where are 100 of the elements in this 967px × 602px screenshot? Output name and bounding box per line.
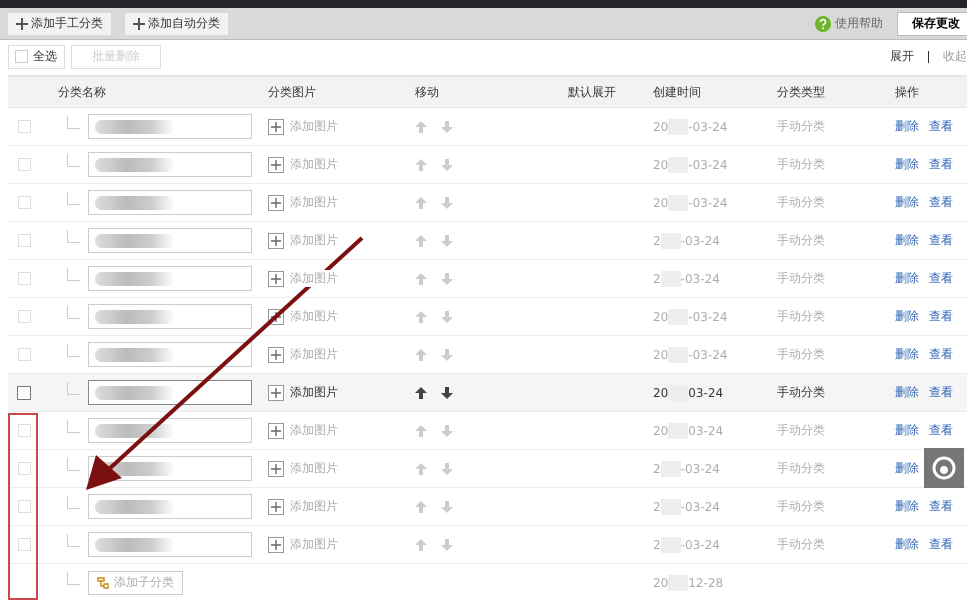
- action-link[interactable]: 查看: [929, 270, 953, 287]
- type-text: 手动分类: [777, 346, 826, 363]
- date-text: -03-24: [680, 272, 720, 286]
- plus-box-icon: [268, 156, 284, 172]
- date-text: 12-28: [688, 576, 724, 590]
- action-link[interactable]: 删除: [895, 232, 919, 249]
- action-link[interactable]: 删除: [895, 498, 919, 515]
- date-text: 03-24: [688, 424, 724, 438]
- type-text: 手动分类: [777, 232, 826, 249]
- column-header: 分类类型: [777, 84, 826, 100]
- action-link[interactable]: 查看: [929, 232, 953, 249]
- name-input[interactable]: [88, 228, 252, 253]
- date-text: -03-24: [688, 348, 728, 362]
- type-text: 手动分类: [777, 460, 826, 477]
- plus-box-icon: [268, 232, 284, 248]
- type-text: 手动分类: [777, 270, 826, 287]
- select-all-checkbox[interactable]: 全选: [8, 44, 65, 68]
- date-text: 2: [653, 272, 661, 286]
- action-link[interactable]: 删除: [895, 118, 919, 135]
- date-text: -03-24: [688, 158, 728, 172]
- date-text: 2: [653, 234, 661, 248]
- date-text: 20: [653, 196, 668, 210]
- tree-line: [67, 534, 80, 547]
- add-button[interactable]: 添加自动分类: [125, 12, 228, 34]
- name-input[interactable]: [88, 114, 252, 139]
- save-button[interactable]: 保存更改: [897, 12, 967, 36]
- plus-box-icon: [268, 422, 284, 438]
- date-text: 20: [653, 424, 668, 438]
- action-link[interactable]: 删除: [895, 536, 919, 553]
- action-link[interactable]: 查看: [929, 194, 953, 211]
- tree-line: [67, 382, 80, 395]
- plus-box-icon: [268, 460, 284, 476]
- name-input[interactable]: [88, 190, 252, 215]
- date-text: -03-24: [680, 538, 720, 552]
- date-text: -03-24: [688, 120, 728, 134]
- plus-icon: [16, 18, 28, 30]
- plus-icon: [133, 18, 145, 30]
- plus-box-icon: [268, 118, 284, 134]
- type-text: 手动分类: [777, 156, 826, 173]
- plus-box-icon: [268, 384, 284, 400]
- action-link[interactable]: 查看: [929, 346, 953, 363]
- action-link[interactable]: 删除: [895, 308, 919, 325]
- date-text: -03-24: [688, 196, 728, 210]
- tree-icon: [97, 576, 109, 588]
- type-text: 手动分类: [777, 384, 826, 401]
- tree-line: [67, 420, 80, 433]
- action-link[interactable]: 删除: [895, 460, 919, 477]
- add-button[interactable]: 添加手工分类: [8, 12, 111, 34]
- plus-box-icon: [268, 194, 284, 210]
- name-input[interactable]: [88, 380, 252, 405]
- plus-box-icon: [268, 498, 284, 514]
- tree-line: [67, 268, 80, 281]
- plus-box-icon: [268, 536, 284, 552]
- column-header: 分类名称: [58, 84, 107, 100]
- type-text: 手动分类: [777, 422, 826, 439]
- action-link[interactable]: 删除: [895, 270, 919, 287]
- column-header: 默认展开: [568, 84, 617, 100]
- name-input[interactable]: [88, 304, 252, 329]
- tree-line: [67, 230, 80, 243]
- date-text: -03-24: [680, 234, 720, 248]
- name-input[interactable]: [88, 266, 252, 291]
- date-text: 20: [653, 386, 668, 400]
- name-input[interactable]: [88, 152, 252, 177]
- date-text: -03-24: [680, 462, 720, 476]
- tree-line: [67, 154, 80, 167]
- tree-line: [67, 192, 80, 205]
- up-arrow-icon[interactable]: [415, 386, 427, 398]
- name-input[interactable]: [88, 342, 252, 367]
- plus-box-icon: [268, 346, 284, 362]
- action-link[interactable]: 删除: [895, 384, 919, 401]
- action-link[interactable]: 查看: [929, 498, 953, 515]
- column-header: 创建时间: [653, 84, 702, 100]
- name-input[interactable]: [88, 532, 252, 557]
- type-text: 手动分类: [777, 536, 826, 553]
- date-text: 20: [653, 576, 668, 590]
- support-button[interactable]: [924, 448, 964, 488]
- action-link[interactable]: 删除: [895, 156, 919, 173]
- action-link[interactable]: 查看: [929, 536, 953, 553]
- name-input[interactable]: [88, 494, 252, 519]
- help-link[interactable]: 使用帮助: [835, 15, 883, 32]
- expand-link[interactable]: 展开: [890, 48, 914, 65]
- action-link[interactable]: 查看: [929, 422, 953, 439]
- action-link[interactable]: 查看: [929, 384, 953, 401]
- column-header: 操作: [895, 84, 920, 100]
- action-link[interactable]: 查看: [929, 308, 953, 325]
- row-checkbox[interactable]: [17, 386, 31, 400]
- tree-line: [67, 572, 80, 585]
- type-text: 手动分类: [777, 194, 826, 211]
- date-text: 2: [653, 538, 661, 552]
- action-link[interactable]: 删除: [895, 346, 919, 363]
- column-header: 移动: [415, 84, 440, 100]
- name-input[interactable]: [88, 418, 252, 443]
- date-text: 2: [653, 500, 661, 514]
- action-link[interactable]: 查看: [929, 156, 953, 173]
- action-link[interactable]: 删除: [895, 194, 919, 211]
- action-link[interactable]: 查看: [929, 118, 953, 135]
- action-link[interactable]: 删除: [895, 422, 919, 439]
- down-arrow-icon[interactable]: [441, 386, 453, 398]
- date-text: 20: [653, 310, 668, 324]
- tree-line: [67, 458, 80, 471]
